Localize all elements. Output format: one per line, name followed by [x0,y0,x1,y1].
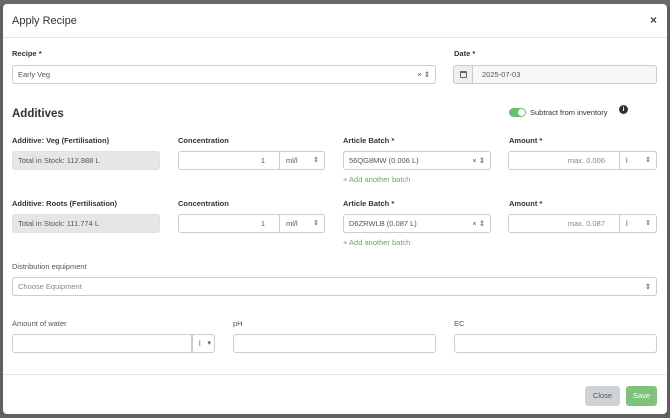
subtract-inventory-toggle[interactable] [509,108,526,117]
batch-value: 56QG8MW (0.006 L) [349,156,419,165]
unit-value: ml/l [286,219,298,228]
article-batch-select[interactable]: D6ZRWLB (0.087 L) × ⇕ [343,214,491,233]
water-amount-input[interactable] [12,334,192,353]
ph-label: pH [233,319,243,328]
amount-placeholder: max. 0.006 [567,156,605,165]
unit-value: l [626,219,628,228]
stock-text: Total in Stock: 112.888 L [18,156,100,165]
recipe-select[interactable]: Early Veg × ⇕ [12,65,436,84]
distribution-equipment-label: Distribution equipment [12,262,87,271]
unit-value: ml/l [286,156,298,165]
additive-label: Additive: Veg (Fertilisation) [12,136,110,145]
additives-title: Additives [12,108,64,120]
modal-footer: Close Save [3,374,667,414]
recipe-label: Recipe [12,49,42,58]
distribution-equipment-select[interactable]: Choose Equipment ⇕ [12,277,657,296]
amount-input[interactable]: max. 0.087 [508,214,620,233]
save-button[interactable]: Save [626,386,657,406]
select-arrows-icon: ⇕ [423,70,430,79]
unit-value: l [626,156,628,165]
add-another-batch-link[interactable]: + Add another batch [343,175,410,184]
concentration-unit-select[interactable]: ml/l ⇕ [280,151,325,170]
article-batch-select[interactable]: 56QG8MW (0.006 L) × ⇕ [343,151,491,170]
concentration-input[interactable]: 1 [178,151,280,170]
water-unit-select[interactable]: l ▾ [192,334,215,353]
add-another-batch-link[interactable]: + Add another batch [343,238,410,247]
stock-field: Total in Stock: 112.888 L [12,151,160,170]
distribution-placeholder: Choose Equipment [18,282,82,291]
date-label: Date [454,49,475,58]
modal-header: Apply Recipe × [3,4,667,38]
amount-placeholder: max. 0.087 [567,219,605,228]
ph-input[interactable] [233,334,436,353]
batch-clear-and-arrows[interactable]: × ⇕ [472,152,485,169]
close-icon[interactable]: × [650,13,657,27]
unit-value: l [199,339,201,348]
clear-icon[interactable]: × [417,70,421,79]
recipe-value: Early Veg [18,70,51,79]
select-arrows-icon: ⇕ [313,220,319,227]
amount-unit-select[interactable]: l ⇕ [620,214,657,233]
date-value: 2025-07-03 [482,70,521,79]
calendar-icon [460,71,467,78]
concentration-label: Concentration [178,199,229,208]
select-arrows-icon: ⇕ [644,282,651,291]
ec-label: EC [454,319,465,328]
info-icon[interactable]: i [619,105,628,114]
subtract-inventory-label: Subtract from inventory [530,108,608,117]
toggle-knob [518,109,525,116]
stock-text: Total in Stock: 111.774 L [18,219,100,228]
stock-field: Total in Stock: 111.774 L [12,214,160,233]
date-input[interactable]: 2025-07-03 [472,65,657,84]
batch-clear-and-arrows[interactable]: × ⇕ [472,215,485,232]
caret-down-icon: ▾ [207,340,211,347]
concentration-value: 1 [260,219,265,228]
close-button[interactable]: Close [585,386,620,406]
recipe-clear-and-arrows[interactable]: × ⇕ [417,66,430,83]
select-arrows-icon: ⇕ [313,157,319,164]
concentration-value: 1 [260,156,265,165]
modal-title: Apply Recipe [12,15,77,27]
water-amount-label: Amount of water [12,319,67,328]
amount-unit-select[interactable]: l ⇕ [620,151,657,170]
batch-value: D6ZRWLB (0.087 L) [349,219,417,228]
select-arrows-icon: ⇕ [645,157,651,164]
select-arrows-icon: ⇕ [645,220,651,227]
amount-label: Amount [509,136,542,145]
concentration-label: Concentration [178,136,229,145]
additive-label: Additive: Roots (Fertilisation) [12,199,117,208]
apply-recipe-modal: Apply Recipe × Recipe Early Veg × ⇕ Date… [3,4,667,414]
amount-label: Amount [509,199,542,208]
concentration-unit-select[interactable]: ml/l ⇕ [280,214,325,233]
article-batch-label: Article Batch [343,136,394,145]
amount-input[interactable]: max. 0.006 [508,151,620,170]
calendar-addon[interactable] [453,65,473,84]
concentration-input[interactable]: 1 [178,214,280,233]
article-batch-label: Article Batch [343,199,394,208]
ec-input[interactable] [454,334,657,353]
